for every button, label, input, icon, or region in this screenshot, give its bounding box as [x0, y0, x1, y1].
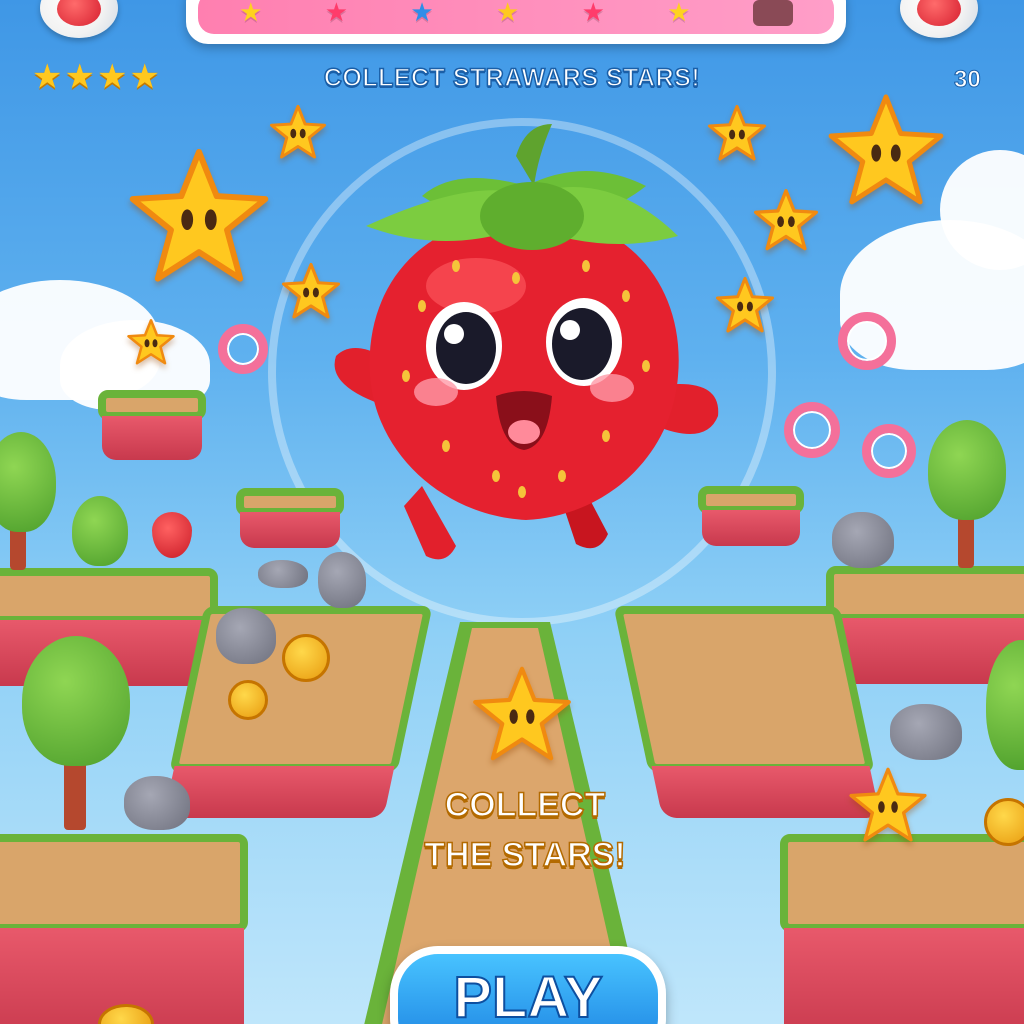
collect-hint-line1: COLLECT [444, 785, 606, 825]
tree-canopy [928, 420, 1006, 520]
tree-trunk [64, 760, 86, 830]
strawberry-left-button[interactable] [40, 0, 118, 38]
strawberry-right-button[interactable] [900, 0, 978, 38]
coin-icon[interactable] [984, 798, 1024, 846]
rock [216, 608, 276, 664]
locked-slot-icon [752, 0, 793, 26]
star-icon: ★ [324, 0, 349, 28]
strawberry-character[interactable] [326, 116, 722, 576]
tree-canopy [22, 636, 130, 766]
ring-pickup-icon[interactable] [218, 324, 268, 374]
star-icon: ★ [239, 0, 263, 28]
rock [124, 776, 190, 830]
star-character-icon[interactable] [750, 188, 822, 252]
rock [890, 704, 962, 760]
star-icon: ★ [667, 0, 691, 28]
tree-canopy [0, 432, 56, 532]
star-character-icon[interactable] [268, 104, 328, 160]
strawberry-icon [917, 0, 961, 26]
ring-pickup-icon[interactable] [838, 312, 896, 370]
star-icon: ★ [410, 0, 434, 28]
star-character-icon[interactable] [126, 318, 176, 366]
strawberry-pickup-icon[interactable] [152, 512, 192, 558]
coin-icon[interactable] [282, 634, 330, 682]
star-character-icon[interactable] [120, 146, 278, 286]
rock [832, 512, 894, 568]
top-bar: ★ ★ ★ ★ ★ ★ [186, 0, 846, 44]
ring-pickup-icon[interactable] [784, 402, 840, 458]
game-title: COLLECT STRAWARS STARS! [323, 63, 701, 93]
side-platform [780, 834, 1024, 1024]
play-button[interactable]: PLAY [390, 946, 666, 1024]
star-icon: ★ [581, 0, 605, 28]
strawberry-icon [57, 0, 101, 26]
floating-platform [98, 390, 206, 480]
rock [258, 560, 308, 588]
star-icon: ★ [495, 0, 520, 28]
game-scene: ★ ★ ★ ★ ★ ★ ★ ★ ★ ★ COLLECT STRAWARS STA… [0, 0, 1024, 1024]
star-character-icon[interactable] [470, 664, 574, 764]
ring-pickup-icon[interactable] [862, 424, 916, 478]
timer: 30 [954, 66, 982, 94]
side-platform [0, 834, 248, 1024]
collect-hint: COLLECT THE STARS! [380, 780, 670, 880]
star-character-icon[interactable] [846, 766, 930, 844]
star-character-icon[interactable] [822, 92, 950, 208]
coin-icon[interactable] [228, 680, 268, 720]
collect-hint-line2: THE STARS! [424, 835, 627, 875]
bush [72, 496, 128, 566]
top-bar-strip: ★ ★ ★ ★ ★ ★ [198, 0, 834, 34]
star-character-icon[interactable] [714, 276, 776, 334]
